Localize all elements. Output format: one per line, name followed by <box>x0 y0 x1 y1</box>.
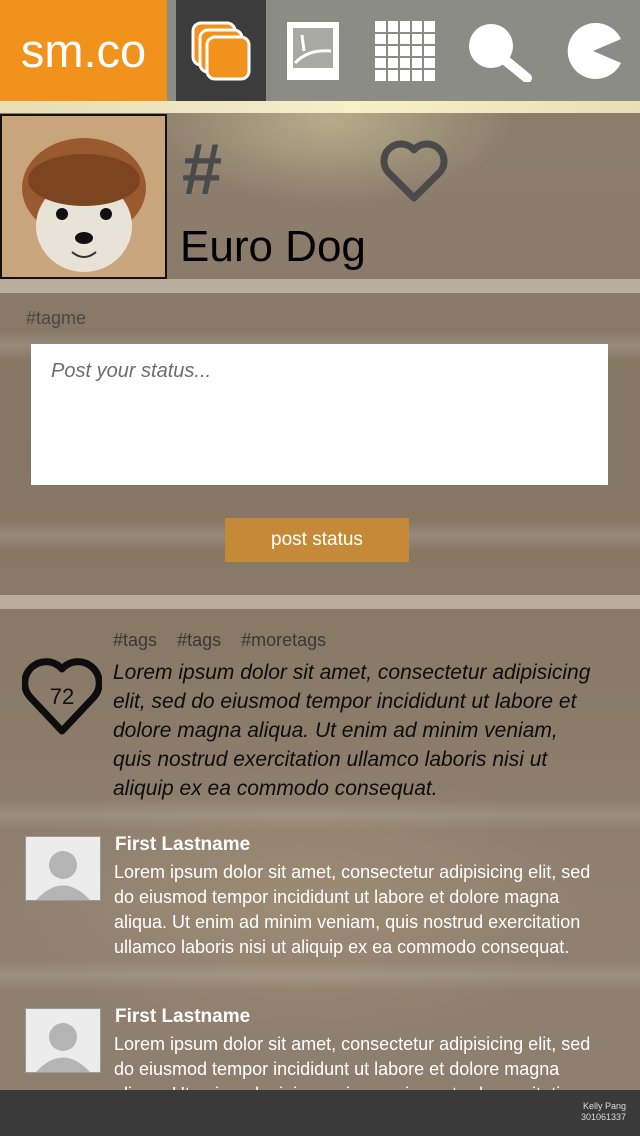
nav-chat-button[interactable] <box>548 0 638 101</box>
nav-calendar-button[interactable] <box>360 0 450 101</box>
footer-credit: Kelly Pang 301061337 <box>581 1101 626 1123</box>
header-divider <box>0 101 640 113</box>
post-status-button[interactable]: post status <box>225 518 409 562</box>
footer-author: Kelly Pang <box>582 1101 626 1111</box>
section-divider <box>0 595 640 609</box>
nav-photos-button[interactable] <box>268 0 358 101</box>
like-count: 72 <box>49 684 75 709</box>
footer-bar: Kelly Pang 301061337 <box>0 1090 640 1136</box>
hashtag-symbol: # <box>182 130 223 210</box>
comment-avatar[interactable] <box>25 836 101 901</box>
background-wave <box>0 960 640 990</box>
comment-author[interactable]: First Lastname <box>115 834 250 856</box>
user-placeholder-icon <box>36 1023 90 1072</box>
comment-text: Lorem ipsum dolor sit amet, consectetur … <box>114 862 591 957</box>
status-box <box>31 344 608 485</box>
top-nav-bar: sm.co <box>0 0 640 101</box>
post-tag[interactable]: #moretags <box>241 630 326 650</box>
post-tag[interactable]: #tags <box>113 630 157 650</box>
stack-icon <box>191 21 251 80</box>
post-body: Lorem ipsum dolor sit amet, consectetur … <box>113 661 591 800</box>
profile-avatar[interactable] <box>0 114 167 279</box>
user-placeholder-icon <box>36 851 90 900</box>
post-tags: #tags #tags #moretags <box>113 630 341 651</box>
app-logo[interactable]: sm.co <box>0 0 167 101</box>
comment-avatar[interactable] <box>25 1008 101 1073</box>
background-wave <box>0 800 640 830</box>
search-icon <box>469 23 532 82</box>
post-tag[interactable]: #tags <box>177 630 221 650</box>
pacman-icon <box>567 22 621 79</box>
calendar-icon <box>375 20 435 81</box>
section-divider <box>0 279 640 293</box>
comment-author[interactable]: First Lastname <box>115 1006 250 1028</box>
dog-photo <box>2 116 165 277</box>
footer-id: 301061337 <box>580 1112 626 1122</box>
tag-hint[interactable]: #tagme <box>26 308 86 329</box>
status-input[interactable] <box>31 344 608 485</box>
profile-name: Euro Dog <box>180 222 366 271</box>
heart-outline-icon[interactable] <box>380 140 448 202</box>
image-icon <box>287 21 339 80</box>
nav-stack-button[interactable] <box>176 0 266 101</box>
nav-search-button[interactable] <box>455 0 545 101</box>
